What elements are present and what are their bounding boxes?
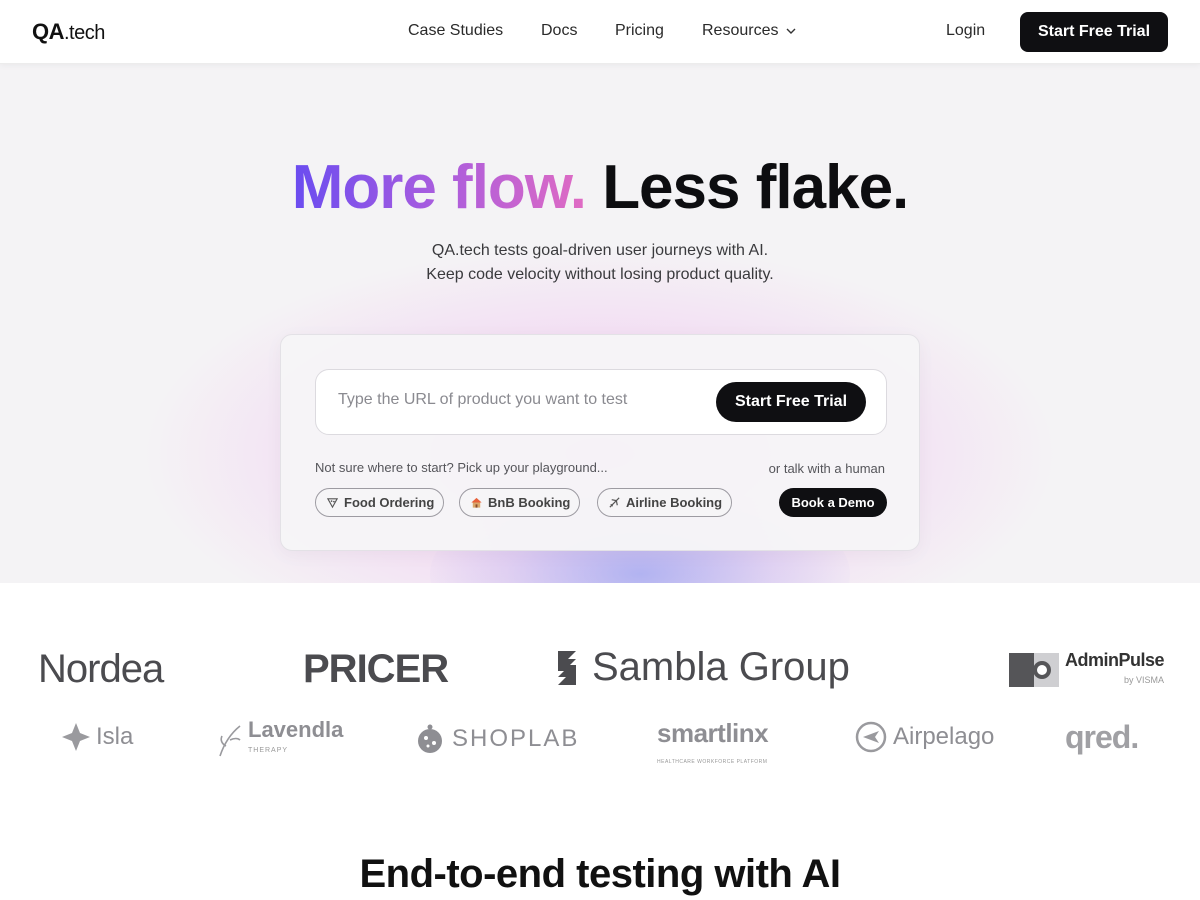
talk-human-text: or talk with a human	[768, 461, 885, 476]
hero-subtitle-line1: QA.tech tests goal-driven user journeys …	[431, 242, 769, 259]
url-start-trial-button[interactable]: Start Free Trial	[716, 382, 866, 422]
sambla-icon	[558, 650, 576, 685]
airpelago-label: Airpelago	[893, 723, 995, 750]
logo-pricer: PRICER	[303, 647, 449, 691]
chip-airline-booking[interactable]: Airline Booking	[597, 488, 733, 517]
nav-case-studies[interactable]: Case Studies	[408, 22, 503, 40]
airpelago-icon	[855, 721, 887, 753]
logo-shoplab: SHOPLAB	[416, 723, 579, 755]
chip-label: BnB Booking	[488, 495, 571, 510]
logo-isla: Isla	[60, 721, 133, 753]
login-link[interactable]: Login	[946, 22, 985, 40]
qa-tech-logo[interactable]: QA.tech	[32, 19, 105, 45]
logo-lavendla: Lavendla THERAPY	[216, 719, 343, 760]
chip-bnb-booking[interactable]: BnB Booking	[459, 488, 581, 517]
house-icon	[471, 497, 482, 508]
customer-logos: Nordea PRICER Sambla Group AdminPulse by…	[0, 583, 1200, 813]
logo-adminpulse: AdminPulse by VISMA	[1009, 650, 1165, 689]
adminpulse-label: AdminPulse	[1065, 650, 1165, 670]
lavendla-leaf-icon	[219, 724, 241, 756]
logo-airpelago: Airpelago	[855, 721, 994, 753]
sambla-label: Sambla Group	[592, 645, 850, 689]
lavendla-sub: THERAPY	[248, 747, 289, 754]
book-demo-button[interactable]: Book a Demo	[779, 488, 887, 517]
hero-section: More flow. Less flake. QA.tech tests goa…	[0, 64, 1200, 583]
nav-pricing[interactable]: Pricing	[615, 22, 664, 40]
smartlinx-sub: HEALTHCARE WORKFORCE PLATFORM	[657, 759, 768, 765]
nav-docs[interactable]: Docs	[541, 22, 577, 40]
chip-food-ordering[interactable]: Food Ordering	[315, 488, 445, 517]
isla-icon	[62, 723, 90, 751]
url-input[interactable]	[338, 391, 698, 409]
start-free-trial-button[interactable]: Start Free Trial	[1020, 12, 1168, 52]
adminpulse-sub: by VISMA	[1124, 675, 1165, 685]
logo-smartlinx: smartlinx HEALTHCARE WORKFORCE PLATFORM	[657, 718, 769, 774]
chip-label: Food Ordering	[344, 495, 435, 510]
isla-label: Isla	[96, 723, 134, 750]
nav-resources[interactable]: Resources	[702, 22, 798, 40]
top-nav: QA.tech Case Studies Docs Pricing Resour…	[0, 0, 1200, 64]
airplane-icon	[609, 497, 620, 508]
hero-subtitle-line2: Keep code velocity without losing produc…	[426, 266, 774, 283]
shoplab-label: SHOPLAB	[452, 725, 580, 752]
logo-sambla-group: Sambla Group	[554, 645, 850, 690]
shoplab-icon	[418, 724, 442, 753]
logo-qred: qred.	[1065, 719, 1139, 755]
playground-hint: Not sure where to start? Pick up your pl…	[315, 460, 608, 475]
pizza-icon	[326, 498, 339, 509]
url-test-card: Start Free Trial Not sure where to start…	[280, 334, 920, 551]
headline-dark: Less flake.	[602, 153, 909, 222]
section-title: End-to-end testing with AI	[359, 852, 841, 896]
logo-nordea: Nordea	[38, 647, 164, 691]
url-box: Start Free Trial	[315, 369, 887, 435]
chip-label: Airline Booking	[626, 495, 723, 510]
hero-headline: More flow. Less flake.	[0, 152, 1200, 224]
nav-resources-label: Resources	[702, 22, 779, 39]
chevron-down-icon	[786, 28, 796, 34]
smartlinx-label: smartlinx	[657, 718, 769, 748]
lavendla-label: Lavendla	[248, 717, 344, 742]
headline-gradient: More flow.	[291, 153, 587, 222]
adminpulse-icon	[1009, 653, 1059, 687]
